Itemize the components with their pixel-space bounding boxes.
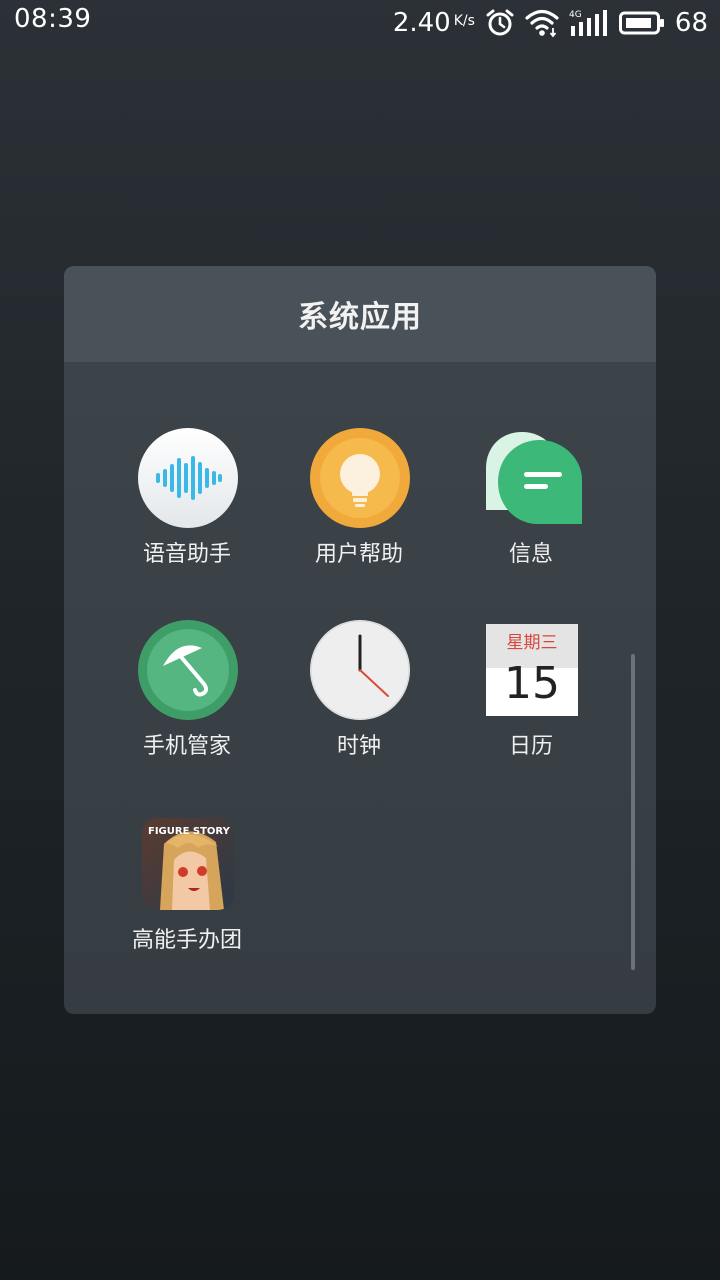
app-label: 语音助手	[142, 542, 231, 567]
app-label: 时钟	[336, 734, 381, 759]
wifi-icon	[525, 9, 559, 38]
folder-header: 系统应用	[64, 266, 656, 362]
app-voice-assistant[interactable]: 语音助手	[102, 428, 272, 578]
umbrella-icon	[138, 620, 238, 720]
net-speed-value: 2.40	[392, 8, 451, 38]
alarm-icon	[486, 9, 514, 36]
status-bar: 08:39 2.40 K/s 4G 68	[0, 0, 720, 46]
battery-icon	[618, 11, 664, 35]
app-label: 用户帮助	[314, 542, 403, 567]
net-speed: 2.40 K/s	[393, 8, 475, 38]
clock-icon	[310, 620, 410, 720]
net-speed-unit: K/s	[453, 13, 475, 29]
folder-title[interactable]: 系统应用	[298, 292, 422, 336]
app-messages[interactable]: 信息	[446, 428, 616, 578]
status-right: 2.40 K/s 4G 68	[393, 4, 708, 42]
signal-4g-icon: 4G	[569, 10, 607, 36]
app-label: 日历	[508, 734, 553, 759]
app-clock[interactable]: 时钟	[274, 620, 444, 770]
message-icon	[486, 432, 582, 524]
app-calendar[interactable]: 星期三 15 日历	[446, 620, 616, 770]
calendar-weekday: 星期三	[507, 633, 558, 653]
app-label: 手机管家	[142, 734, 231, 759]
battery-level: 68	[674, 8, 708, 38]
voice-assistant-icon	[138, 428, 238, 528]
calendar-icon: 星期三 15	[486, 624, 578, 716]
lightbulb-icon	[310, 428, 410, 528]
app-label: 高能手办团	[131, 928, 242, 953]
game-logo-text: FIGURE STORY	[148, 826, 231, 837]
calendar-day: 15	[504, 658, 560, 709]
app-phone-manager[interactable]: 手机管家	[102, 620, 272, 770]
game-figure-story-icon: FIGURE STORY	[142, 818, 234, 910]
svg-text:4G: 4G	[569, 10, 582, 20]
app-user-help[interactable]: 用户帮助	[274, 428, 444, 578]
app-folder: 系统应用 语音助手 用户帮助 信息 手机管家 时钟 星期三 15 日历 FIGU…	[64, 266, 656, 1014]
app-label: 信息	[508, 542, 553, 567]
status-time: 08:39	[14, 4, 92, 34]
app-figure-story[interactable]: FIGURE STORY 高能手办团	[102, 814, 272, 964]
folder-scrollbar[interactable]	[631, 654, 635, 970]
